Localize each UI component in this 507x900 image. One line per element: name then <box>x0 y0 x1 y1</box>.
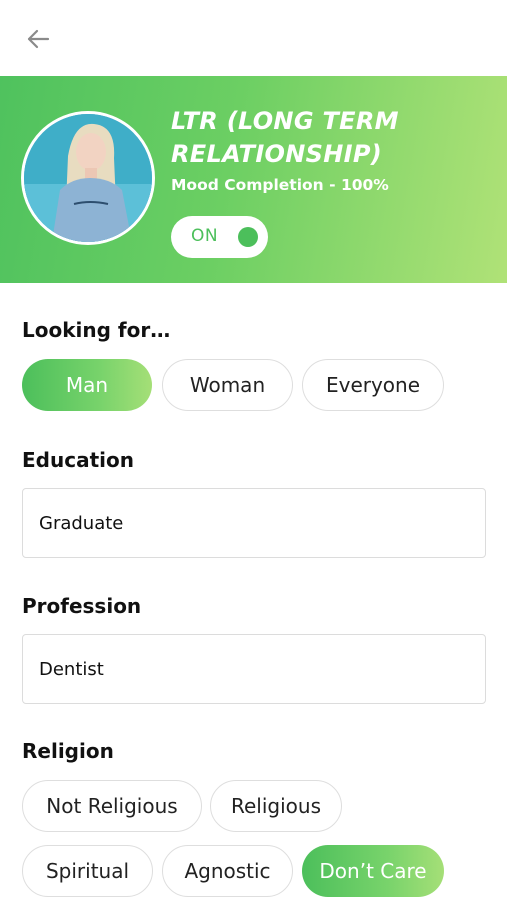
mood-completion: Mood Completion - 100% <box>171 176 389 194</box>
looking-for-label: Looking for… <box>22 318 171 342</box>
mood-banner: LTR (LONG TERM RELATIONSHIP) Mood Comple… <box>0 76 507 283</box>
religion-label: Religion <box>22 739 114 763</box>
looking-for-man-chip[interactable]: Man <box>22 359 152 411</box>
religion-spiritual-chip[interactable]: Spiritual <box>22 845 153 897</box>
religion-religious-chip[interactable]: Religious <box>210 780 342 832</box>
education-label: Education <box>22 448 134 472</box>
religion-dont-care-chip[interactable]: Don’t Care <box>302 845 444 897</box>
looking-for-everyone-chip[interactable]: Everyone <box>302 359 444 411</box>
religion-agnostic-chip[interactable]: Agnostic <box>162 845 293 897</box>
looking-for-woman-chip[interactable]: Woman <box>162 359 293 411</box>
religion-not-religious-chip[interactable]: Not Religious <box>22 780 202 832</box>
profession-label: Profession <box>22 594 142 618</box>
mood-title: LTR (LONG TERM RELATIONSHIP) <box>171 107 399 168</box>
profession-field[interactable]: Dentist <box>22 634 486 704</box>
arrow-left-icon <box>27 29 50 49</box>
toggle-label: ON <box>191 226 219 246</box>
mood-toggle[interactable]: ON <box>171 216 268 258</box>
toggle-knob <box>238 227 258 247</box>
education-field[interactable]: Graduate <box>22 488 486 558</box>
top-bar <box>0 0 507 76</box>
back-button[interactable] <box>22 22 56 56</box>
profile-avatar <box>21 111 155 245</box>
